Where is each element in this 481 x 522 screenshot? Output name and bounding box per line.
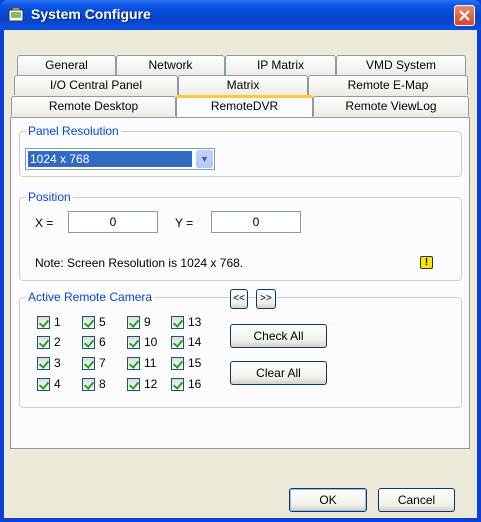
ok-button[interactable]: OK [289, 488, 367, 512]
checkbox-check-icon[interactable] [171, 336, 184, 349]
checkbox-check-icon[interactable] [82, 378, 95, 391]
check-all-button[interactable]: Check All [230, 324, 327, 348]
position-legend: Position [26, 190, 73, 204]
checkbox-check-icon[interactable] [127, 316, 140, 329]
x-label: X = [35, 216, 54, 230]
tab-io-central-panel[interactable]: I/O Central Panel [14, 75, 178, 95]
checkbox-check-icon[interactable] [171, 357, 184, 370]
panel-resolution-legend: Panel Resolution [26, 124, 121, 138]
panel-resolution-select[interactable]: 1024 x 768 ▼ [25, 148, 215, 170]
chevron-down-icon[interactable]: ▼ [196, 150, 213, 168]
close-button[interactable] [454, 5, 475, 26]
checkbox-check-icon[interactable] [37, 336, 50, 349]
tab-ip-matrix[interactable]: IP Matrix [225, 55, 336, 75]
tab-vmd-system[interactable]: VMD System [336, 55, 466, 75]
x-input[interactable]: 0 [68, 211, 158, 233]
tab-remote-desktop[interactable]: Remote Desktop [11, 96, 176, 116]
checkbox-check-icon[interactable] [127, 357, 140, 370]
system-configure-window: System Configure General Network IP Matr… [0, 0, 481, 522]
panel-resolution-value: 1024 x 768 [28, 151, 192, 167]
tab-network[interactable]: Network [116, 55, 225, 75]
active-remote-camera-group: Active Remote Camera [19, 290, 462, 408]
checkbox-check-icon[interactable] [37, 378, 50, 391]
checkbox-check-icon[interactable] [127, 336, 140, 349]
checkbox-check-icon[interactable] [171, 316, 184, 329]
tab-remote-viewlog[interactable]: Remote ViewLog [313, 96, 469, 116]
tab-matrix[interactable]: Matrix [178, 75, 308, 95]
checkbox-check-icon[interactable] [82, 336, 95, 349]
next-page-button[interactable]: >> [256, 289, 276, 309]
screen-resolution-note: Note: Screen Resolution is 1024 x 768. [35, 256, 244, 270]
previous-page-button[interactable]: << [230, 289, 248, 309]
y-input[interactable]: 0 [211, 211, 301, 233]
y-label: Y = [175, 216, 194, 230]
close-icon [459, 10, 470, 21]
window-title: System Configure [31, 6, 151, 22]
checkbox-check-icon[interactable] [37, 357, 50, 370]
cancel-button[interactable]: Cancel [378, 488, 455, 512]
checkbox-check-icon[interactable] [127, 378, 140, 391]
tab-general[interactable]: General [17, 55, 116, 75]
app-icon [8, 8, 24, 22]
warning-icon: ! [420, 256, 433, 269]
checkbox-check-icon[interactable] [82, 316, 95, 329]
checkbox-check-icon[interactable] [82, 357, 95, 370]
checkbox-check-icon[interactable] [171, 378, 184, 391]
title-bar[interactable]: System Configure [0, 0, 481, 30]
checkbox-check-icon[interactable] [37, 316, 50, 329]
tab-remote-emap[interactable]: Remote E-Map [308, 75, 468, 95]
tab-remotedvr[interactable]: RemoteDVR [176, 95, 313, 117]
active-remote-camera-legend: Active Remote Camera [26, 290, 155, 304]
clear-all-button[interactable]: Clear All [230, 361, 327, 385]
